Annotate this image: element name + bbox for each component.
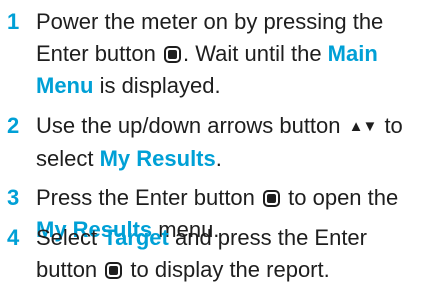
step-number: 2 (7, 113, 20, 138)
step-text: Use the up/down arrows button ▲▼ to sele… (36, 113, 403, 171)
step-number: 4 (7, 225, 20, 250)
enter-button-icon (263, 190, 281, 207)
step-text: Select Target and press the Enter button… (36, 225, 367, 282)
step-number: 3 (7, 185, 20, 210)
my-results-term: My Results (99, 146, 216, 171)
up-down-arrows-icon: ▲▼ (348, 118, 378, 135)
enter-button-icon (163, 46, 181, 63)
step-text: Power the meter on by pressing the Enter… (36, 9, 384, 98)
enter-button-icon (105, 262, 123, 279)
target-term: Target (103, 225, 169, 250)
step-number: 1 (7, 9, 20, 34)
instruction-steps: 1 Power the meter on by pressing the Ent… (0, 0, 434, 289)
